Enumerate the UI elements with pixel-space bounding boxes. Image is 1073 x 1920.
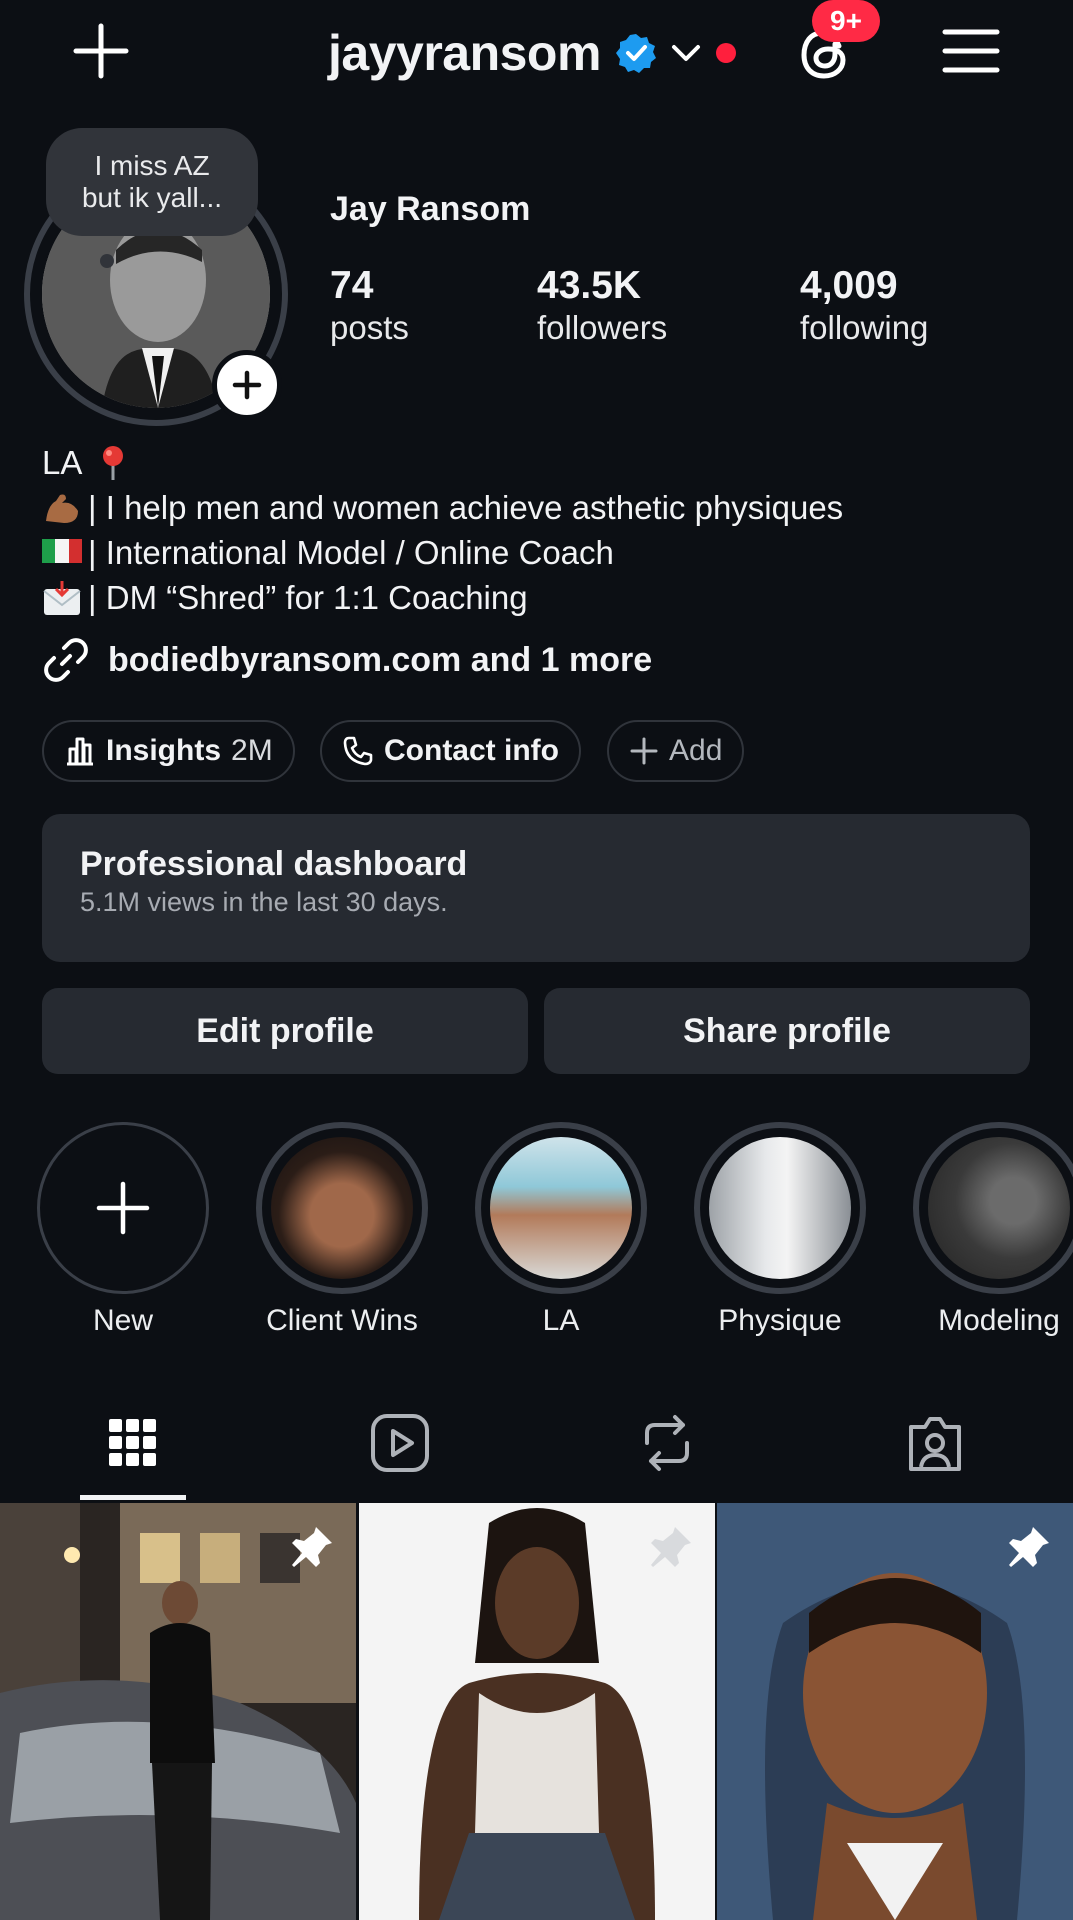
flexed-biceps-icon [42,491,82,525]
italy-flag-icon [42,536,82,570]
insights-chip[interactable]: Insights 2M [42,720,295,782]
note-bubble-tail [100,254,114,268]
stat-followers[interactable]: 43.5K followers [537,264,667,348]
tab-tagged[interactable] [890,1408,980,1478]
stat-label: posts [330,309,409,346]
username: jayyransom [328,25,601,81]
bio-line: | I help men and women achieve asthetic … [42,485,843,530]
contact-info-chip[interactable]: Contact info [320,720,581,782]
highlight-ring [475,1122,647,1294]
bio-text: | International Model / Online Coach [88,534,614,571]
plus-icon[interactable] [70,20,132,82]
stat-value: 74 [330,264,374,307]
pin-icon [649,1525,693,1569]
highlight-cover [271,1137,413,1279]
stat-value: 4,009 [800,264,898,307]
bio-link[interactable]: bodiedbyransom.com and 1 more [42,636,652,684]
hamburger-menu-icon[interactable] [942,28,1000,74]
link-text: bodiedbyransom.com and 1 more [108,640,653,679]
tab-reposts[interactable] [622,1408,712,1478]
reposts-icon [639,1413,695,1473]
top-bar: jayyransom 9+ [0,0,1073,105]
contact-info-label: Contact info [384,734,559,767]
bio-line: | International Model / Online Coach [42,530,843,575]
highlight-client-wins[interactable]: Client Wins [256,1122,428,1338]
reels-icon [370,1413,430,1473]
highlight-new[interactable]: New [37,1122,209,1338]
post-thumbnail[interactable] [359,1503,715,1920]
tagged-icon [905,1413,965,1473]
pin-icon [290,1525,334,1569]
professional-dashboard[interactable]: Professional dashboard 5.1M views in the… [42,814,1030,962]
highlight-label: Client Wins [266,1304,418,1337]
account-switcher[interactable]: jayyransom [328,22,737,84]
tab-grid[interactable] [88,1408,178,1478]
highlight-ring [256,1122,428,1294]
highlight-label: LA [542,1304,580,1337]
highlight-cover [928,1137,1070,1279]
bio-text: | DM “Shred” for 1:1 Coaching [88,579,528,616]
post-thumbnail[interactable] [717,1503,1073,1920]
highlight-modeling[interactable]: Modeling [913,1122,1073,1338]
display-name: Jay Ransom [330,190,531,228]
bar-chart-icon [64,735,96,767]
pin-icon [1007,1525,1051,1569]
add-label: Add [669,734,723,767]
active-tab-indicator [80,1495,186,1500]
highlight-ring [913,1122,1073,1294]
dashboard-subtitle: 5.1M views in the last 30 days. [80,887,448,917]
bio-line: LA [42,440,843,485]
plus-icon [95,1180,151,1236]
highlight-ring [37,1122,209,1294]
incoming-envelope-icon [42,580,82,615]
stat-posts[interactable]: 74 posts [330,264,409,348]
notification-badge: 9+ [812,0,880,42]
highlight-la[interactable]: LA [475,1122,647,1338]
stat-label: following [800,309,929,346]
note-bubble[interactable]: I miss AZ but ik yall... [46,128,258,236]
link-icon [42,636,90,684]
note-line: but ik yall... [81,182,223,213]
add-chip[interactable]: Add [607,720,745,782]
stat-value: 43.5K [537,264,642,307]
bio-text: LA [42,444,83,481]
highlight-label: Physique [718,1304,842,1337]
stat-label: followers [537,309,668,346]
insights-label: Insights [106,734,222,767]
share-profile-button[interactable]: Share profile [544,988,1030,1074]
add-story-button[interactable] [212,350,282,420]
post-thumbnail[interactable] [0,1503,356,1920]
grid-icon [108,1418,158,1468]
stat-following[interactable]: 4,009 following [800,264,928,348]
highlight-label: Modeling [938,1304,1060,1337]
insights-value: 2M [231,734,273,767]
highlight-physique[interactable]: Physique [694,1122,866,1338]
highlight-cover [709,1137,851,1279]
plus-icon [629,736,659,766]
bio-text: | I help men and women achieve asthetic … [88,489,844,526]
bio-line: | DM “Shred” for 1:1 Coaching [42,575,843,620]
highlight-ring [694,1122,866,1294]
verified-badge-icon [615,32,657,74]
bio: LA | I help men and women achieve asthet… [42,440,843,620]
chevron-down-icon[interactable] [671,43,701,63]
location-pin-icon [98,444,128,482]
note-line: I miss AZ [94,150,210,181]
tab-reels[interactable] [355,1408,445,1478]
phone-icon [342,735,374,767]
unread-dot-icon [715,42,737,64]
dashboard-title: Professional dashboard [80,845,468,883]
highlight-cover [490,1137,632,1279]
edit-profile-button[interactable]: Edit profile [42,988,528,1074]
highlight-label: New [92,1304,153,1337]
